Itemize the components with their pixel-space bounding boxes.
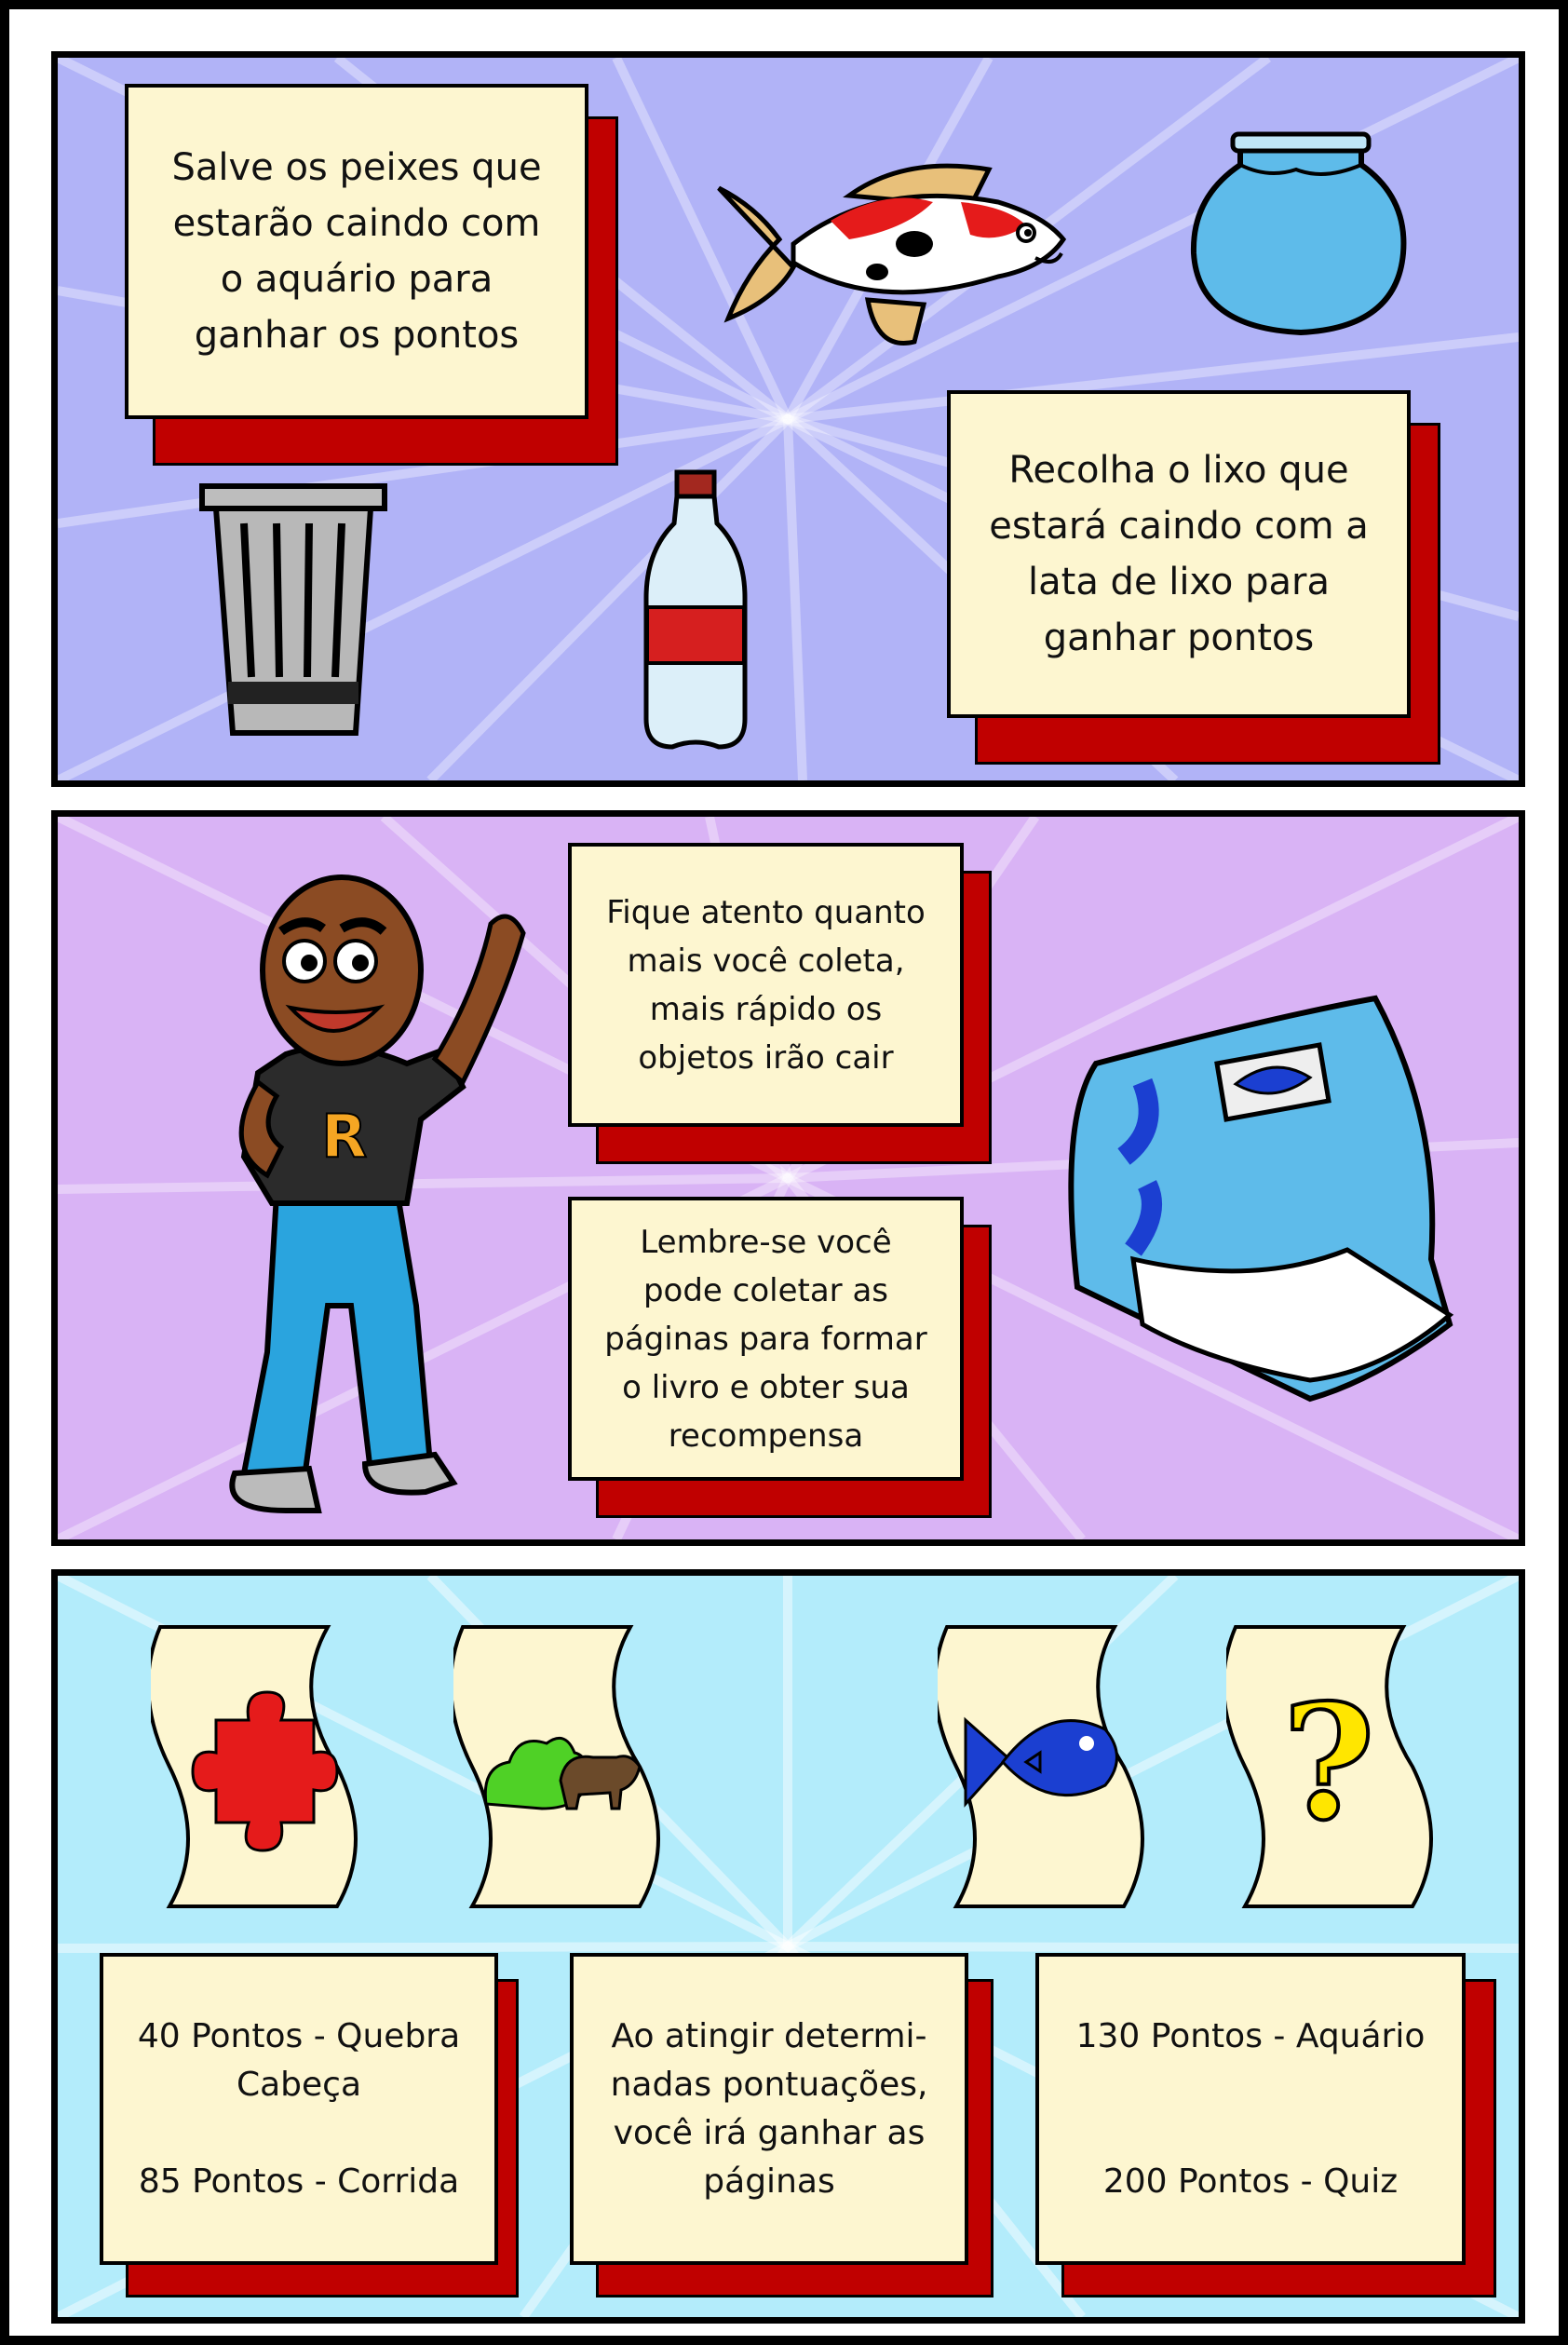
speed-tip-text: Fique atento quanto mais você coleta, ma… (606, 893, 926, 1077)
comic-page: Salve os peixes que estarão caindo com o… (9, 9, 1559, 2336)
trash-can-icon (199, 483, 387, 736)
koi-fish-icon (717, 163, 1067, 346)
speed-tip-box: Fique atento quanto mais você coleta, ma… (568, 843, 992, 1164)
page-card-aquarium (938, 1625, 1144, 1908)
fish-instructions-text: Salve os peixes que estarão caindo com o… (171, 146, 542, 357)
page-card-quiz: ? (1226, 1625, 1433, 1908)
rewards-middle-box: Ao atingir determi- nadas pontuações, vo… (570, 1953, 994, 2298)
panel-collect: Salve os peixes que estarão caindo com o… (51, 51, 1525, 787)
rewards-left-text: 40 Pontos - Quebra Cabeça 85 Pontos - Co… (137, 2016, 461, 2201)
pages-tip-text: Lembre-se você pode coletar as páginas p… (604, 1223, 927, 1455)
panel-tips: R Fique atento quanto mais você coleta, … (51, 810, 1525, 1546)
panel-rewards: ? 40 Pontos - Quebra Cabeça 85 Pontos - … (51, 1569, 1525, 2324)
question-mark-icon: ? (1282, 1670, 1375, 1856)
pages-tip-box: Lembre-se você pode coletar as páginas p… (568, 1197, 992, 1518)
rewards-right-text: 130 Pontos - Aquário 200 Pontos - Quiz (1075, 2016, 1426, 2201)
book-icon (1068, 995, 1454, 1403)
rewards-middle-text: Ao atingir determi- nadas pontuações, vo… (610, 2016, 928, 2201)
page-card-race (453, 1625, 660, 1908)
fish-instructions-box: Salve os peixes que estarão caindo com o… (125, 84, 618, 466)
page-card-puzzle (151, 1625, 358, 1908)
trash-instructions-text: Recolha o lixo que estará caindo com a l… (989, 449, 1369, 659)
character-mascot: R (229, 874, 526, 1513)
rewards-right-box: 130 Pontos - Aquário 200 Pontos - Quiz (1035, 1953, 1496, 2298)
shirt-letter: R (321, 1103, 367, 1172)
plastic-bottle-icon (643, 469, 748, 750)
rewards-left-box: 40 Pontos - Quebra Cabeça 85 Pontos - Co… (100, 1953, 519, 2298)
fishbowl-icon (1190, 131, 1407, 336)
trash-instructions-box: Recolha o lixo que estará caindo com a l… (947, 390, 1440, 765)
